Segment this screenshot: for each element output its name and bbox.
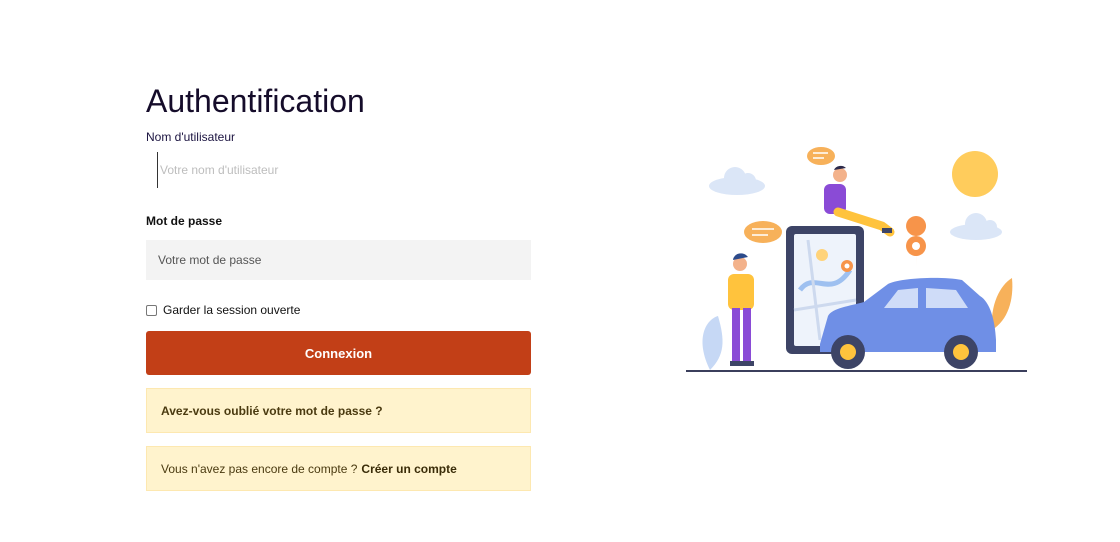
remember-session: Garder la session ouverte	[146, 302, 531, 318]
create-account-link[interactable]: Créer un compte	[361, 462, 456, 476]
forgot-password-link[interactable]: Avez-vous oublié votre mot de passe ?	[146, 388, 531, 433]
cloud-icon	[950, 213, 1002, 240]
chat-bubble-icon	[807, 147, 835, 165]
cloud-icon	[709, 167, 765, 195]
password-label: Mot de passe	[146, 214, 223, 228]
remember-label[interactable]: Garder la session ouverte	[163, 303, 300, 317]
username-field-wrapper	[157, 152, 531, 188]
standing-person-icon	[728, 253, 754, 366]
username-input[interactable]	[158, 162, 520, 178]
no-account-text: Vous n'avez pas encore de compte ?	[161, 461, 358, 476]
login-button[interactable]: Connexion	[146, 331, 531, 375]
sun-icon	[952, 151, 998, 197]
page-title: Authentification	[146, 83, 365, 119]
navigation-illustration	[686, 147, 1027, 372]
password-field-wrapper	[146, 240, 531, 280]
sitting-person-icon	[824, 165, 895, 237]
chat-bubble-icon	[744, 221, 782, 243]
password-input[interactable]	[146, 252, 520, 268]
login-form: Authentification Nom d'utilisateur Mot d…	[146, 82, 531, 491]
username-label: Nom d'utilisateur	[146, 130, 235, 144]
create-account-notice: Vous n'avez pas encore de compte ? Créer…	[146, 446, 531, 491]
remember-checkbox[interactable]	[146, 304, 157, 316]
